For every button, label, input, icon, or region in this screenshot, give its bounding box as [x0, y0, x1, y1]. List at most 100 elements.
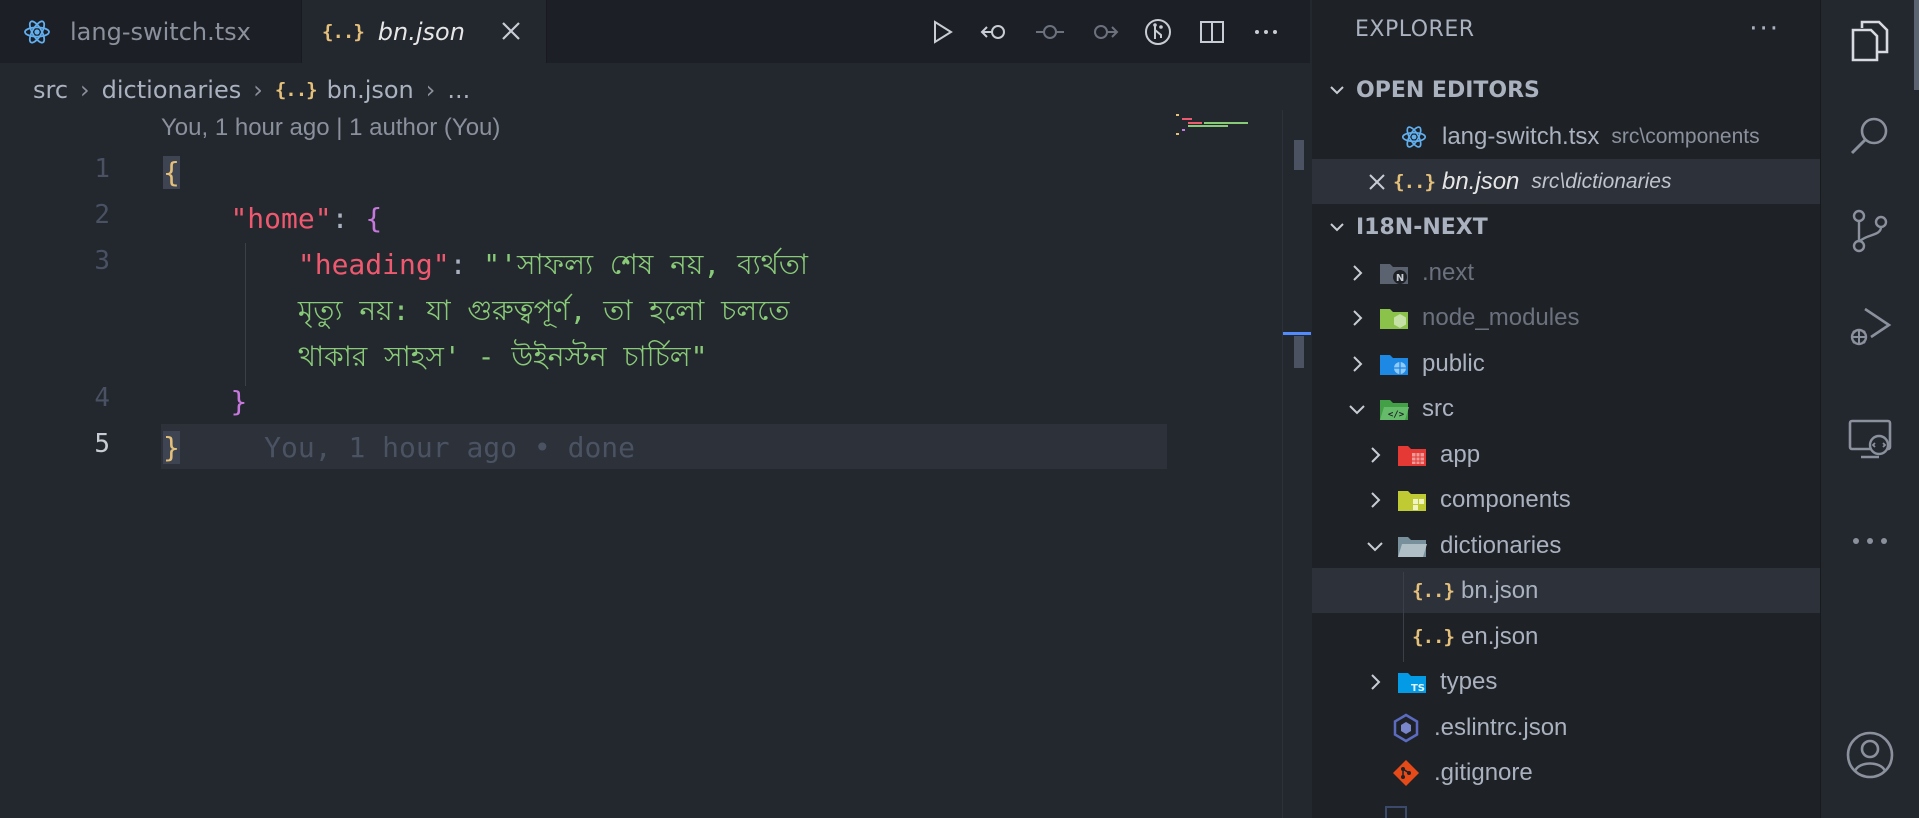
json-string: মৃত্যু নয়: যা গুরুত্বপূর্ণ, তা হলো চলতে	[297, 294, 790, 327]
code-line-4: }	[163, 379, 247, 424]
json-key: "heading"	[297, 248, 450, 281]
folder-components-icon	[1396, 484, 1428, 516]
account-icon[interactable]	[1845, 730, 1895, 780]
line-number: 5	[94, 429, 110, 459]
open-editor-bn-json[interactable]: {..} bn.json src\dictionaries	[1312, 159, 1820, 204]
code-line-3-wrap: থাকার সাহস' - উইনস্টন চার্চিল"	[163, 334, 708, 379]
file-path: src\components	[1611, 124, 1760, 148]
line-number: 2	[94, 200, 110, 230]
open-brace: {	[365, 202, 383, 235]
json-string: "'সাফল্য শেষ নয়, ব্যর্থতা	[483, 248, 809, 281]
folder-node-icon	[1378, 302, 1410, 334]
tree-item-eslintrc[interactable]: .eslintrc.json	[1312, 705, 1820, 750]
source-control-icon[interactable]	[1845, 206, 1895, 256]
tree-item-label: public	[1422, 349, 1485, 377]
tree-item-dictionaries[interactable]: dictionaries	[1312, 523, 1820, 568]
tree-item-components[interactable]: components	[1312, 477, 1820, 522]
section-title: I18N-NEXT	[1356, 214, 1488, 240]
more-actions-icon[interactable]: ···	[1749, 14, 1780, 44]
tree-item-label: .gitignore	[1434, 758, 1533, 786]
svg-text:</>: </>	[1388, 410, 1405, 420]
breadcrumb-item-src[interactable]: src	[33, 76, 68, 104]
code-editor[interactable]: You, 1 hour ago | 1 author (You) 1 2 3 4…	[0, 110, 1282, 818]
editor-scrollbar[interactable]	[1282, 110, 1311, 818]
open-brace: {	[163, 156, 180, 189]
close-icon[interactable]	[498, 18, 524, 44]
tab-label: lang-switch.tsx	[70, 17, 251, 46]
activity-scrollbar	[1914, 0, 1919, 90]
tab-bn-json[interactable]: {..} bn.json	[302, 0, 547, 63]
open-editor-lang-switch[interactable]: lang-switch.tsx src\components	[1312, 114, 1820, 159]
codelens-blame[interactable]: You, 1 hour ago | 1 author (You)	[161, 114, 500, 142]
inline-blame: You, 1 hour ago • done	[264, 431, 636, 464]
project-header[interactable]: I18N-NEXT	[1312, 205, 1820, 249]
file-icon-partial	[1385, 806, 1407, 818]
tree-item-bn-json[interactable]: {..} bn.json	[1312, 568, 1820, 613]
folder-types-icon: TS	[1396, 666, 1428, 698]
json-icon: {..}	[274, 79, 318, 101]
tree-item-label: src	[1422, 394, 1454, 422]
tree-item-app[interactable]: app	[1312, 432, 1820, 477]
editor-actions	[922, 12, 1286, 52]
chevron-down-icon	[1349, 404, 1365, 414]
json-icon: {..}	[1393, 170, 1436, 193]
run-icon[interactable]	[922, 12, 962, 52]
react-icon	[22, 17, 52, 47]
tree-item-en-json[interactable]: {..} en.json	[1312, 614, 1820, 659]
tree-item-label: bn.json	[1461, 576, 1539, 604]
chevron-right-icon: ›	[253, 76, 263, 104]
tab-bar: lang-switch.tsx {..} bn.json	[0, 0, 1310, 63]
more-views-icon[interactable]	[1845, 516, 1895, 566]
git-compare-icon[interactable]	[1138, 12, 1178, 52]
go-back-icon[interactable]	[976, 12, 1016, 52]
minimap[interactable]	[1170, 110, 1280, 150]
chevron-right-icon	[1371, 673, 1381, 690]
code-line-1: {	[163, 150, 180, 195]
explorer-icon[interactable]	[1845, 16, 1895, 66]
line-number: 1	[94, 154, 110, 184]
json-key: "home"	[230, 202, 332, 235]
tree-item-node-modules[interactable]: node_modules	[1312, 295, 1820, 340]
breadcrumb-item-more[interactable]: ...	[447, 76, 470, 104]
close-icon[interactable]	[1366, 171, 1388, 193]
tree-item-label: dictionaries	[1440, 531, 1562, 559]
code-line-3-wrap: মৃত্যু নয়: যা গুরুত্বপূর্ণ, তা হলো চলতে	[163, 288, 789, 333]
timeline-icon[interactable]	[1030, 12, 1070, 52]
breadcrumb-item-dictionaries[interactable]: dictionaries	[102, 76, 242, 104]
more-actions-icon[interactable]	[1246, 12, 1286, 52]
remote-explorer-icon[interactable]	[1845, 413, 1895, 463]
tree-item-public[interactable]: public	[1312, 341, 1820, 386]
file-name: lang-switch.tsx	[1442, 122, 1600, 150]
git-icon	[1390, 757, 1422, 789]
tree-item-gitignore[interactable]: .gitignore	[1312, 750, 1820, 795]
run-debug-icon[interactable]	[1845, 301, 1895, 351]
tree-item-label: components	[1440, 485, 1571, 513]
tree-item-label: node_modules	[1422, 303, 1580, 331]
tree-item-types[interactable]: TS types	[1312, 659, 1820, 704]
tab-label: bn.json	[377, 17, 465, 46]
breadcrumb-item-file[interactable]: bn.json	[327, 76, 414, 104]
explorer-title: EXPLORER	[1355, 17, 1475, 42]
folder-open-icon	[1396, 530, 1428, 562]
scrollbar-thumb[interactable]	[1294, 336, 1304, 368]
chevron-down-icon	[1330, 86, 1344, 95]
tree-item-label: .eslintrc.json	[1434, 713, 1568, 741]
go-forward-icon[interactable]	[1084, 12, 1124, 52]
explorer-sidebar: EXPLORER ··· OPEN EDITORS lang-switch.ts…	[1312, 0, 1820, 818]
json-icon: {..}	[322, 20, 365, 43]
chevron-right-icon	[1353, 309, 1363, 326]
open-editors-header[interactable]: OPEN EDITORS	[1312, 68, 1820, 112]
search-icon[interactable]	[1845, 111, 1895, 161]
json-colon: :	[331, 202, 366, 235]
tree-item-src[interactable]: </> src	[1312, 386, 1820, 431]
code-line-5: } You, 1 hour ago • done	[163, 425, 635, 470]
tab-lang-switch[interactable]: lang-switch.tsx	[0, 0, 302, 63]
svg-text:N: N	[1396, 273, 1404, 284]
file-name: bn.json	[1442, 167, 1520, 195]
tree-item-next[interactable]: N .next	[1312, 250, 1820, 295]
chevron-right-icon	[1371, 491, 1381, 508]
chevron-right-icon: ›	[425, 76, 436, 104]
react-icon	[1398, 121, 1430, 153]
split-editor-icon[interactable]	[1192, 12, 1232, 52]
cursor-position-marker	[1283, 332, 1311, 335]
